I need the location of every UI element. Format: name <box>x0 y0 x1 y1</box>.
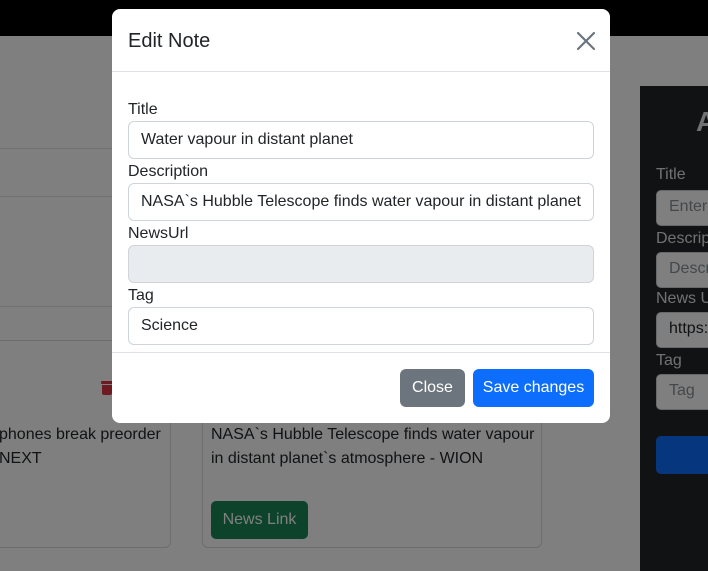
edit-note-modal: Edit Note Title Description NewsUrl Tag … <box>112 9 610 423</box>
modal-title: Edit Note <box>128 30 211 52</box>
close-icon[interactable] <box>574 29 598 53</box>
news-url-input <box>128 245 594 283</box>
title-input[interactable] <box>128 121 594 159</box>
description-label: Description <box>128 163 209 180</box>
modal-header: Edit Note <box>112 9 610 72</box>
tag-input[interactable] <box>128 307 594 345</box>
close-button[interactable]: Close <box>400 369 465 407</box>
title-label: Title <box>128 101 158 118</box>
tag-label: Tag <box>128 287 154 304</box>
description-input[interactable] <box>128 183 594 221</box>
news-url-label: NewsUrl <box>128 225 189 242</box>
modal-footer: Close Save changes <box>112 352 610 423</box>
modal-body: Title Description NewsUrl Tag <box>112 72 610 352</box>
save-changes-button[interactable]: Save changes <box>473 369 594 407</box>
